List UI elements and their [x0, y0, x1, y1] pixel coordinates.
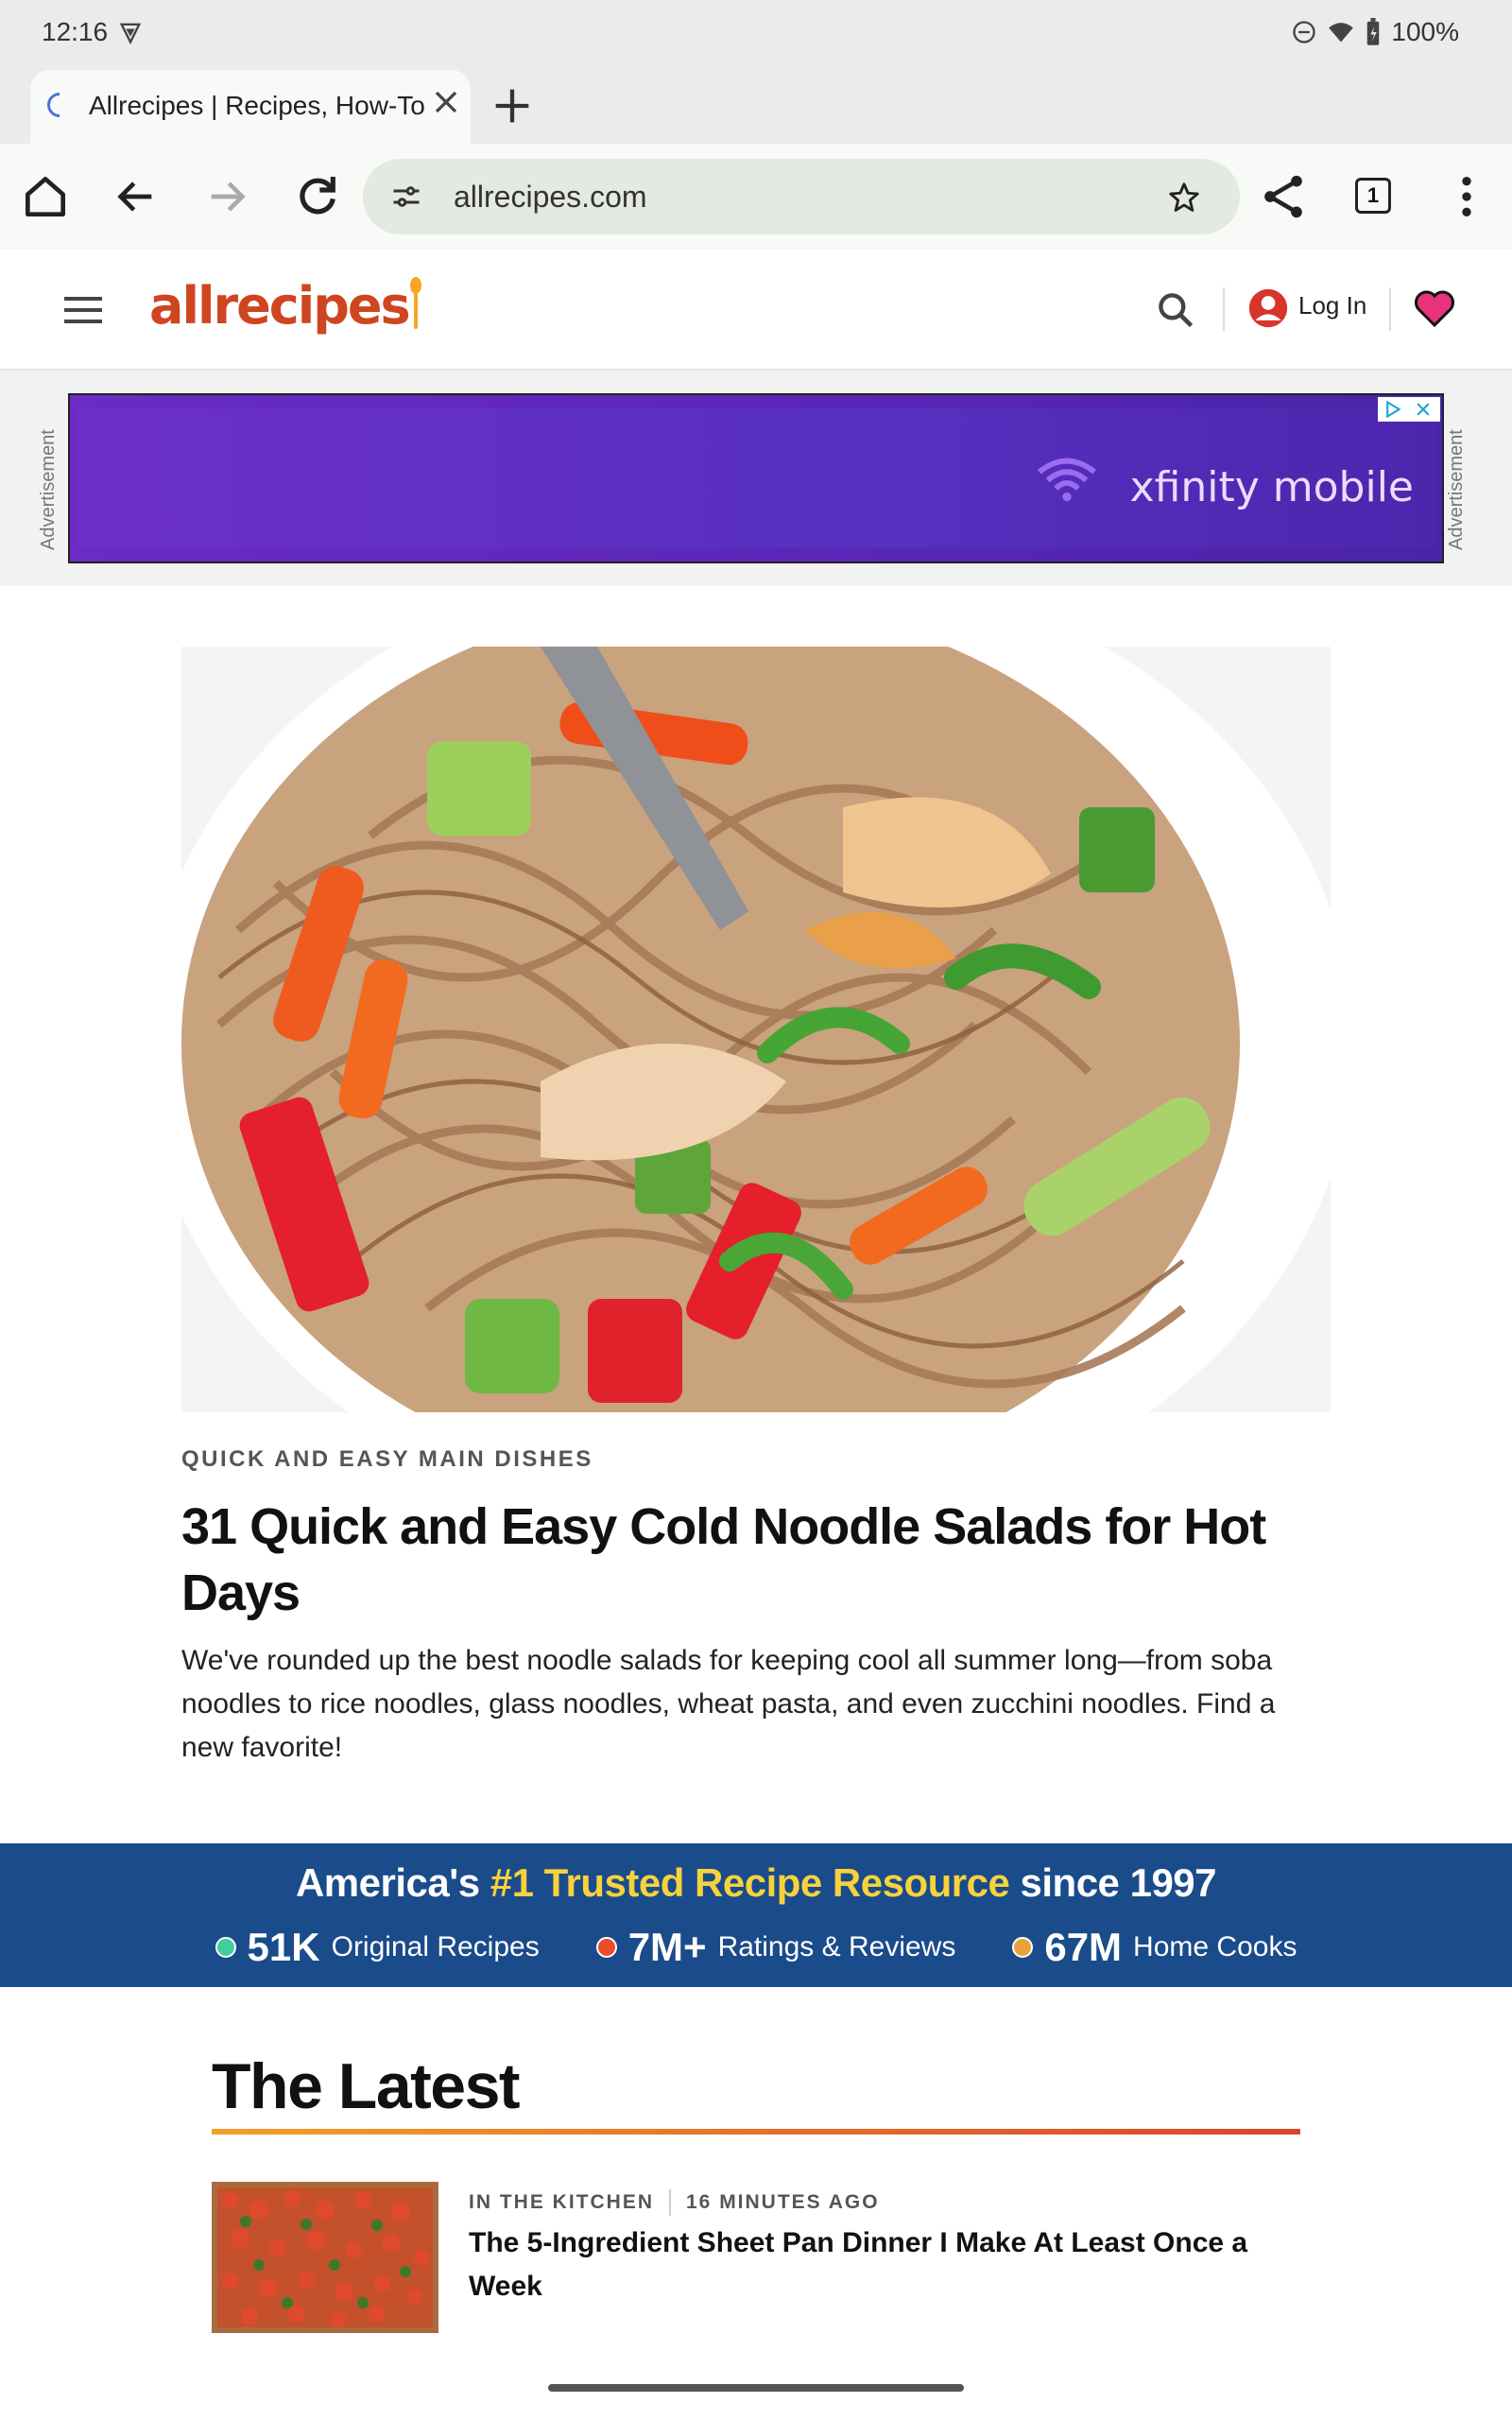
ad-choices-icon[interactable] [1383, 400, 1402, 419]
status-bar: 12:16 100% [0, 0, 1512, 68]
stat-dot [215, 1937, 236, 1958]
advertisement-area: Advertisement xfinity mobile Advertiseme… [0, 371, 1512, 586]
section-rule [212, 2129, 1300, 2135]
new-tab-icon[interactable] [488, 81, 537, 130]
article-title[interactable]: The 5-Ingredient Sheet Pan Dinner I Make… [469, 2221, 1281, 2308]
home-icon[interactable] [19, 170, 72, 223]
stat-cooks: 67M Home Cooks [1012, 1925, 1297, 1970]
article-thumbnail[interactable] [212, 2182, 438, 2333]
browser-tab[interactable]: Allrecipes | Recipes, How-To [30, 70, 471, 144]
battery-percent: 100% [1391, 17, 1459, 46]
ad-choices[interactable] [1378, 397, 1440, 422]
hero-image[interactable] [181, 647, 1331, 1412]
logo-text: allrecipes [149, 276, 411, 336]
hamburger-menu-icon[interactable] [60, 291, 106, 329]
stat-number: 7M+ [627, 1925, 707, 1969]
more-menu-icon[interactable] [1440, 170, 1493, 223]
vpn-icon [119, 23, 142, 45]
stat-number: 51K [247, 1925, 320, 1969]
loading-spinner-icon [42, 87, 77, 123]
article-category[interactable]: IN THE KITCHEN [469, 2191, 654, 2214]
stat-dot [595, 1937, 617, 1958]
stat-label: Original Recipes [331, 1931, 540, 1962]
header-divider [1389, 287, 1391, 331]
address-bar[interactable]: allrecipes.com [363, 159, 1240, 234]
tab-strip: Allrecipes | Recipes, How-To [0, 68, 1512, 144]
header-divider [1223, 287, 1225, 331]
ad-banner[interactable]: xfinity mobile [68, 393, 1444, 563]
search-icon[interactable] [1155, 289, 1196, 331]
status-time: 12:16 [42, 17, 109, 46]
noodle-salad-image [181, 647, 1331, 1412]
ad-creative: xfinity mobile [77, 408, 1435, 548]
spoon-logo-icon [409, 277, 421, 329]
stat-ratings: 7M+ Ratings & Reviews [595, 1925, 956, 1970]
hero-category[interactable]: QUICK AND EASY MAIN DISHES [181, 1446, 593, 1473]
trust-banner: America's #1 Trusted Recipe Resource sin… [0, 1843, 1512, 1987]
close-tab-icon[interactable] [427, 83, 465, 121]
gesture-home-bar[interactable] [548, 2384, 964, 2392]
login-link[interactable]: Log In [1298, 291, 1366, 320]
share-icon[interactable] [1257, 170, 1310, 223]
tab-switcher-button[interactable]: 1 [1355, 178, 1391, 214]
stat-dot [1012, 1937, 1034, 1958]
favorites-heart-icon[interactable] [1412, 285, 1457, 331]
sheet-pan-image [212, 2182, 438, 2333]
article-meta: IN THE KITCHEN 16 MINUTES AGO [469, 2189, 880, 2216]
meta-divider [669, 2189, 671, 2216]
ad-label-left: Advertisement [38, 429, 59, 550]
status-right: 100% [1291, 17, 1459, 47]
dnd-icon [1293, 21, 1316, 43]
browser-toolbar: allrecipes.com 1 [0, 144, 1512, 251]
site-settings-icon[interactable] [389, 180, 423, 214]
trust-headline: America's #1 Trusted Recipe Resource sin… [0, 1860, 1512, 1906]
forward-icon[interactable] [200, 170, 253, 223]
stat-label: Home Cooks [1133, 1931, 1297, 1962]
trust-stats: 51K Original Recipes 7M+ Ratings & Revie… [0, 1925, 1512, 1970]
hero-description: We've rounded up the best noodle salads … [181, 1645, 1276, 1763]
url-text: allrecipes.com [454, 180, 647, 214]
trust-highlight: #1 Trusted Recipe Resource [490, 1860, 1010, 1905]
ad-brand: xfinity mobile [1129, 463, 1414, 511]
ad-close-icon[interactable] [1414, 400, 1433, 419]
article-time: 16 MINUTES AGO [686, 2191, 880, 2213]
battery-icon [1367, 18, 1380, 45]
ad-label-right: Advertisement [1446, 429, 1467, 550]
tab-title: Allrecipes | Recipes, How-To [89, 91, 425, 120]
site-logo[interactable]: allrecipes [149, 276, 422, 336]
site-header: allrecipes Log In [0, 250, 1512, 371]
back-icon[interactable] [110, 170, 163, 223]
stat-number: 67M [1044, 1925, 1123, 1969]
bookmark-star-icon[interactable] [1166, 180, 1202, 216]
stat-label: Ratings & Reviews [717, 1931, 956, 1962]
hero-headline[interactable]: 31 Quick and Easy Cold Noodle Salads for… [181, 1494, 1331, 1626]
stat-recipes: 51K Original Recipes [215, 1925, 540, 1970]
user-avatar-icon[interactable] [1247, 287, 1289, 329]
wifi-ad-icon [1038, 458, 1096, 502]
trust-prefix: America's [295, 1860, 480, 1905]
wifi-icon [1329, 23, 1354, 43]
trust-suffix: since 1997 [1020, 1860, 1217, 1905]
section-title: The Latest [212, 2050, 521, 2122]
reload-icon[interactable] [291, 170, 344, 223]
